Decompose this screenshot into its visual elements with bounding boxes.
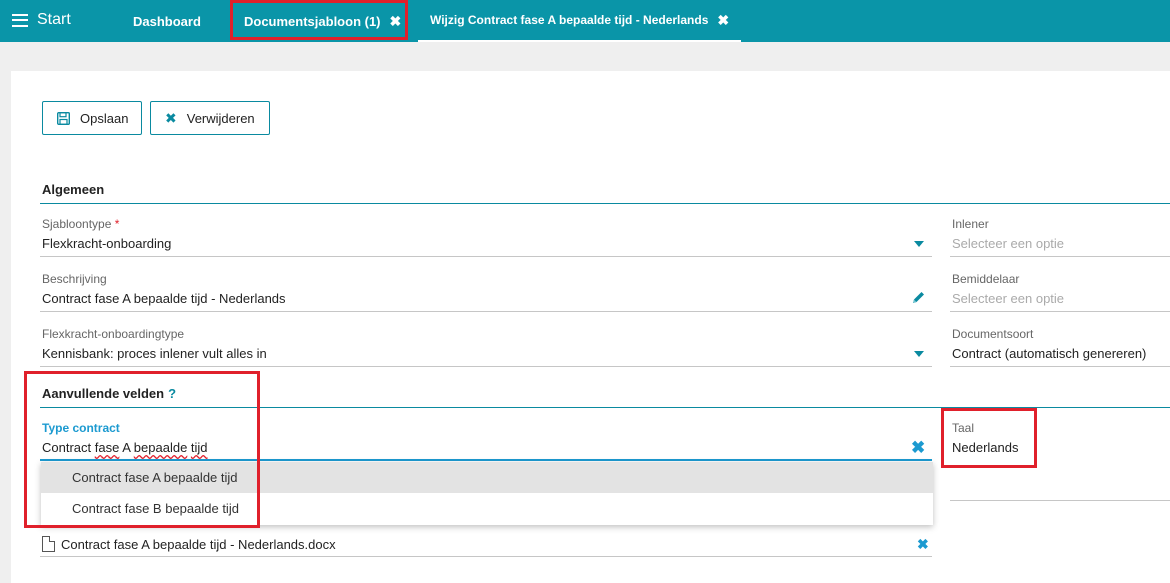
document-type-select[interactable]: Contract (automatisch genereren)	[952, 346, 1146, 361]
tab-edit-contract[interactable]: Wijzig Contract fase A bepaalde tijd - N…	[418, 0, 742, 42]
pencil-icon[interactable]	[911, 290, 926, 308]
section-title-additional: Aanvullende velden?	[42, 386, 177, 401]
top-bar: Start Dashboard Documentsjabloon (1) ✖ W…	[0, 0, 1170, 42]
remove-file-icon[interactable]: ✖	[917, 536, 929, 553]
floppy-disk-icon	[57, 111, 70, 125]
save-label: Opslaan	[80, 110, 129, 126]
section-divider	[40, 203, 1170, 204]
field-underline	[950, 500, 1170, 501]
field-underline	[40, 366, 932, 367]
caret-down-icon[interactable]	[914, 351, 924, 357]
hamburger-icon	[12, 13, 28, 27]
help-icon[interactable]: ?	[168, 386, 176, 401]
document-type-label: Documentsoort	[952, 327, 1034, 341]
onboarding-type-select[interactable]: Kennisbank: proces inlener vult alles in	[42, 346, 267, 361]
file-name[interactable]: Contract fase A bepaalde tijd - Nederlan…	[61, 537, 336, 552]
field-underline-focused	[40, 459, 932, 461]
template-type-select[interactable]: Flexkracht-onboarding	[42, 236, 171, 251]
onboarding-type-label: Flexkracht-onboardingtype	[42, 327, 185, 341]
dropdown-option[interactable]: Contract fase B bepaalde tijd	[41, 493, 933, 524]
dropdown-option[interactable]: Contract fase A bepaalde tijd	[41, 462, 933, 493]
tab-document-template[interactable]: Documentsjabloon (1) ✖	[244, 0, 401, 42]
tab-label: Dashboard	[133, 13, 201, 29]
section-divider	[40, 407, 1170, 408]
menu-label: Start	[37, 11, 71, 28]
tab-label: Documentsjabloon (1)	[244, 13, 381, 29]
close-icon[interactable]: ✖	[717, 12, 729, 29]
menu-button[interactable]: Start	[12, 10, 71, 30]
clear-icon[interactable]: ✖	[911, 438, 925, 458]
template-type-label: Sjabloontype *	[42, 217, 120, 231]
caret-down-icon[interactable]	[914, 241, 924, 247]
delete-button[interactable]: ✖ Verwijderen	[150, 101, 270, 135]
description-label: Beschrijving	[42, 272, 107, 286]
field-underline	[950, 311, 1170, 312]
delete-label: Verwijderen	[186, 110, 255, 126]
hirer-label: Inlener	[952, 217, 989, 231]
field-underline	[950, 256, 1170, 257]
required-marker: *	[114, 217, 120, 231]
file-row: Contract fase A bepaalde tijd - Nederlan…	[42, 536, 336, 552]
document-icon	[42, 536, 55, 552]
tab-label: Wijzig Contract fase A bepaalde tijd - N…	[430, 13, 709, 27]
field-underline	[40, 311, 932, 312]
field-underline	[40, 256, 932, 257]
close-icon[interactable]: ✖	[390, 13, 402, 30]
field-underline	[950, 366, 1170, 367]
contract-type-label: Type contract	[42, 421, 120, 435]
tab-dashboard[interactable]: Dashboard	[133, 0, 201, 42]
contract-type-input[interactable]: Contract fase A bepaalde tijd	[42, 440, 208, 455]
section-title-general: Algemeen	[42, 182, 105, 197]
hirer-select[interactable]: Selecteer een optie	[952, 236, 1064, 251]
intermediary-select[interactable]: Selecteer een optie	[952, 291, 1064, 306]
language-label: Taal	[952, 421, 975, 435]
intermediary-label: Bemiddelaar	[952, 272, 1020, 286]
language-value[interactable]: Nederlands	[952, 440, 1019, 455]
close-icon: ✖	[165, 109, 177, 126]
field-underline	[40, 556, 932, 557]
contract-type-dropdown: Contract fase A bepaalde tijd Contract f…	[41, 462, 933, 525]
save-button[interactable]: Opslaan	[42, 101, 142, 135]
description-input[interactable]: Contract fase A bepaalde tijd - Nederlan…	[42, 291, 286, 306]
